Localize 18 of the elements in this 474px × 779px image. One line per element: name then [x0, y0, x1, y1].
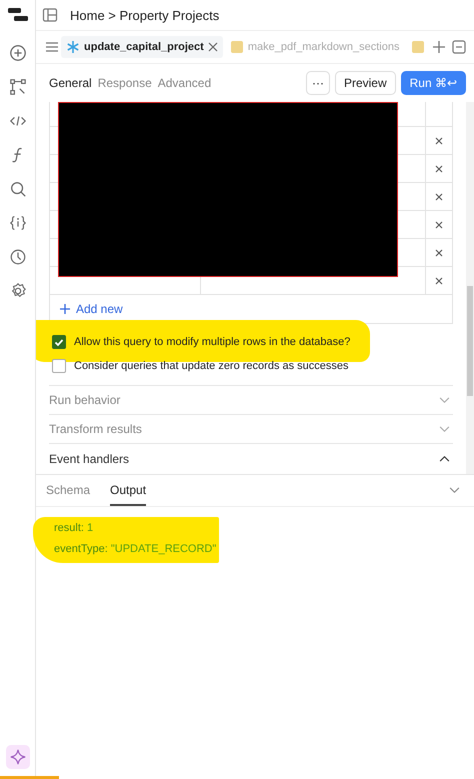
preview-button[interactable]: Preview — [334, 71, 396, 95]
section-tab[interactable]: General — [49, 76, 98, 90]
more-button[interactable]: ··· — [306, 71, 330, 95]
output-tab[interactable]: Output — [110, 475, 146, 506]
section-tab[interactable]: Response — [98, 76, 158, 90]
breadcrumb: Home > Property Projects — [70, 8, 220, 22]
run-button[interactable]: Run ⌘↩ — [400, 71, 466, 95]
output-line: eventType: "UPDATE_RECORD" — [54, 542, 218, 557]
section-header[interactable]: Event handlers — [49, 444, 453, 473]
output-tab[interactable]: Schema — [46, 475, 100, 506]
output-line: result: 1 — [54, 521, 94, 536]
add-new-link[interactable]: Add new — [50, 295, 133, 323]
section-tab[interactable]: Advanced — [158, 76, 218, 90]
checkbox-label: Consider queries that update zero records as successes — [74, 360, 349, 372]
checkbox-label: Allow this query to modify multiple rows in the database? — [74, 336, 350, 348]
section-header[interactable]: Run behavior — [49, 386, 453, 415]
section-header[interactable]: Transform results — [49, 415, 453, 444]
query-tab[interactable]: update_capital_project — [61, 36, 223, 58]
